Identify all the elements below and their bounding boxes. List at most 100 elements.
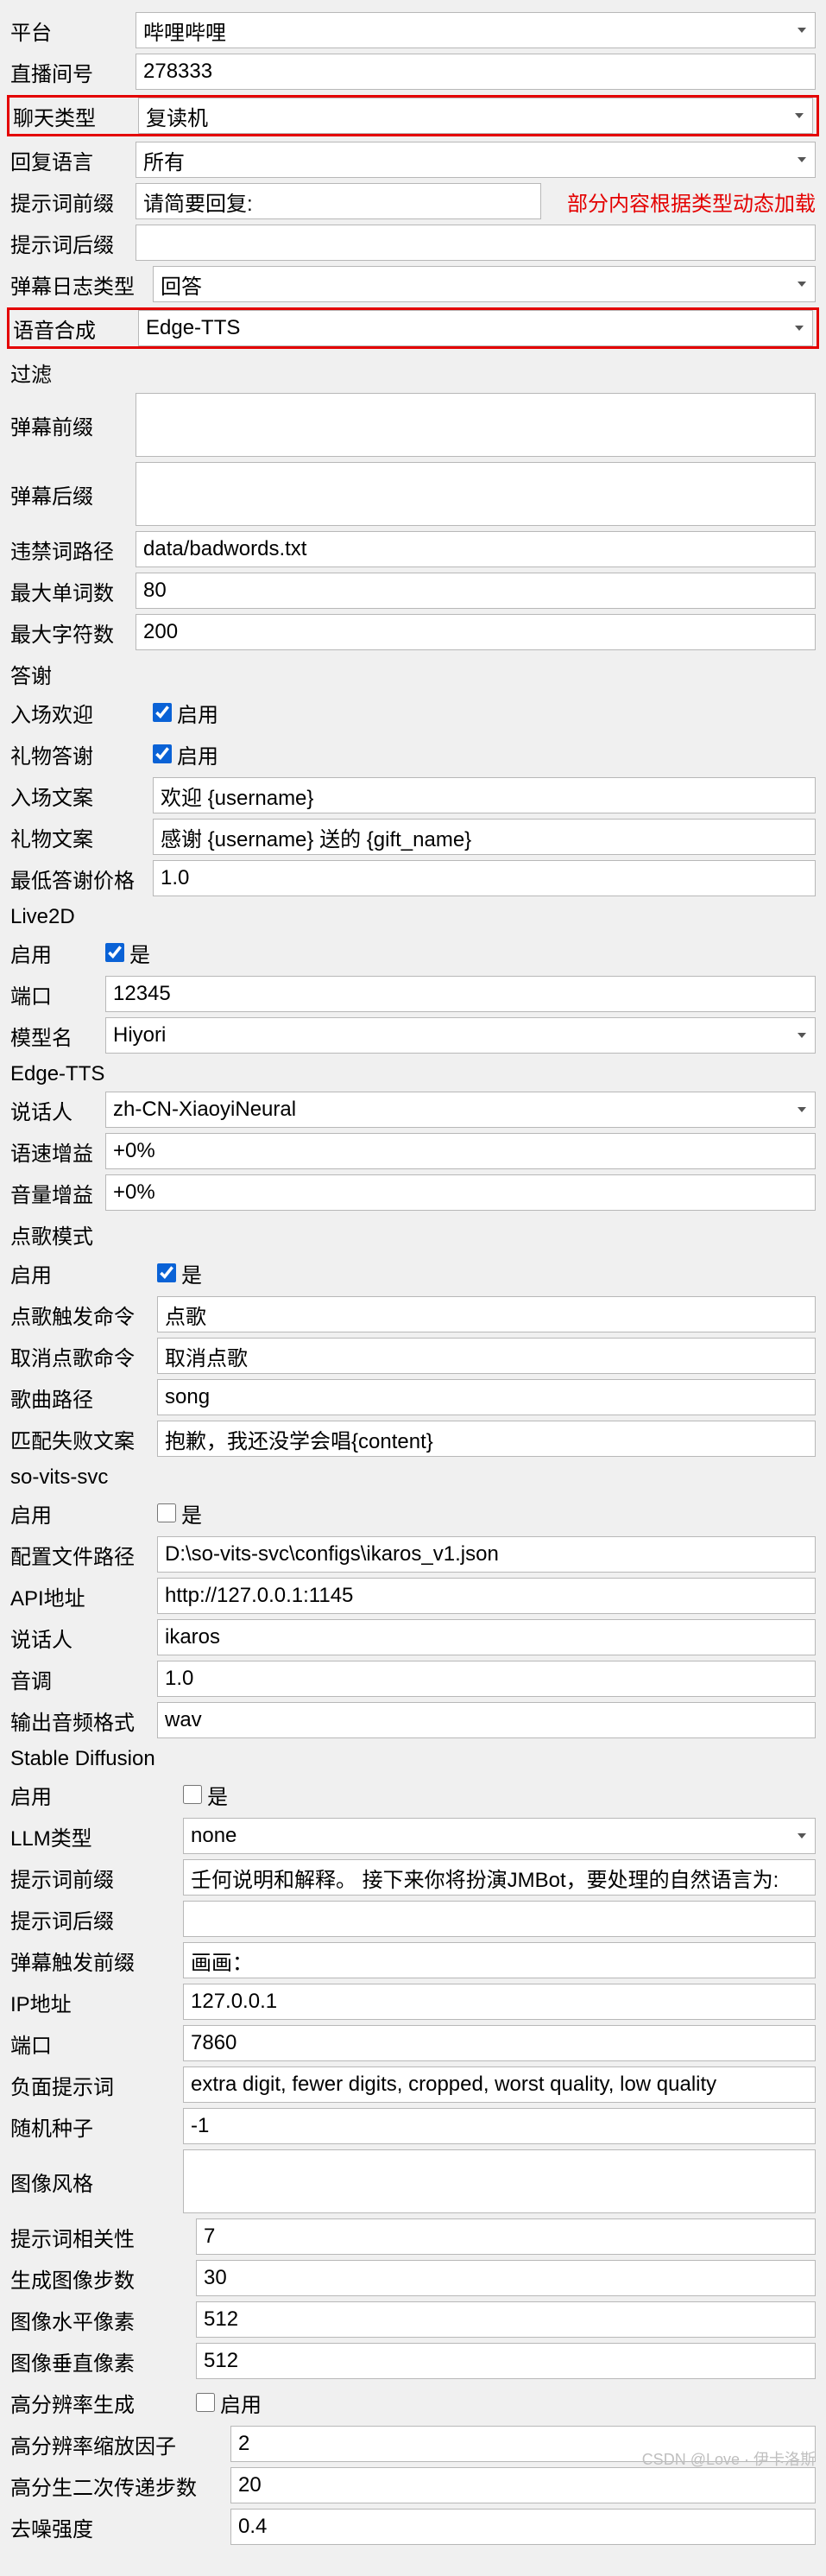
danmu-log-row: 弹幕日志类型 回答 <box>10 266 816 302</box>
sd-suffix-input[interactable] <box>183 1901 816 1937</box>
sd-llm-label: LLM类型 <box>10 1821 183 1851</box>
sovits-format-label: 输出音频格式 <box>10 1706 157 1736</box>
sovits-enable-checkbox[interactable] <box>157 1503 176 1522</box>
edge-section: Edge-TTS 说话人 zh-CN-XiaoyiNeural 语速增益 音量增… <box>10 1062 816 1211</box>
song-cancel-input[interactable] <box>157 1338 816 1374</box>
sovits-enable-chk-label: 是 <box>181 1498 202 1529</box>
sd-ip-label: IP地址 <box>10 1987 183 2017</box>
song-enable-chk-label: 是 <box>181 1258 202 1288</box>
max-chars-input[interactable] <box>136 614 816 650</box>
song-enable-checkbox[interactable] <box>157 1263 176 1282</box>
sovits-api-input[interactable] <box>157 1578 816 1614</box>
song-section: 点歌模式 启用 是 点歌触发命令 取消点歌命令 歌曲路径 匹配失败文案 <box>10 1219 816 1457</box>
gift-text-input[interactable] <box>153 819 816 855</box>
platform-select[interactable]: 哔哩哔哩 <box>136 12 816 48</box>
sd-hires-steps-label: 高分生二次传递步数 <box>10 2471 230 2501</box>
sd-hires-steps-input[interactable] <box>230 2467 816 2503</box>
enter-text-input[interactable] <box>153 777 816 813</box>
reply-lang-select[interactable]: 所有 <box>136 142 816 178</box>
enter-text-label: 入场文案 <box>10 781 153 811</box>
sd-prefix-input[interactable] <box>183 1859 816 1896</box>
sd-enable-chk-label: 是 <box>207 1780 228 1810</box>
edge-rate-label: 语速增益 <box>10 1136 105 1167</box>
sd-height-input[interactable] <box>196 2343 816 2379</box>
chat-type-label: 聊天类型 <box>13 101 138 131</box>
sd-trigger-input[interactable] <box>183 1942 816 1978</box>
platform-row: 平台 哔哩哔哩 <box>10 12 816 48</box>
sovits-speaker-input[interactable] <box>157 1619 816 1655</box>
prompt-suffix-input[interactable] <box>136 225 816 261</box>
chat-type-select[interactable]: 复读机 <box>138 98 813 134</box>
sd-title: Stable Diffusion <box>10 1747 816 1771</box>
sovits-pitch-label: 音调 <box>10 1664 157 1694</box>
sd-hires-steps-row: 高分生二次传递步数 <box>10 2467 816 2503</box>
filter-title: 过滤 <box>10 358 816 388</box>
edge-rate-input[interactable] <box>105 1133 816 1169</box>
danmu-log-select[interactable]: 回答 <box>153 266 816 302</box>
sovits-pitch-row: 音调 <box>10 1661 816 1697</box>
sd-denoise-label: 去噪强度 <box>10 2512 230 2542</box>
live2d-port-input[interactable] <box>105 976 816 1012</box>
sd-neg-row: 负面提示词 <box>10 2066 816 2103</box>
live2d-port-label: 端口 <box>10 979 105 1010</box>
live2d-model-select[interactable]: Hiyori <box>105 1017 816 1054</box>
enter-welcome-chk-label: 启用 <box>177 698 218 728</box>
prompt-prefix-label: 提示词前缀 <box>10 187 136 217</box>
min-price-input[interactable] <box>153 860 816 896</box>
sd-hires-label: 高分辨率生成 <box>10 2388 196 2418</box>
badwords-input[interactable] <box>136 531 816 567</box>
sovits-speaker-row: 说话人 <box>10 1619 816 1655</box>
sd-style-label: 图像风格 <box>10 2149 183 2197</box>
thanks-title: 答谢 <box>10 659 816 689</box>
sovits-format-input[interactable] <box>157 1702 816 1738</box>
live2d-enable-row: 启用 是 <box>10 934 816 971</box>
danmu-suffix-row: 弹幕后缀 <box>10 462 816 526</box>
edge-volume-input[interactable] <box>105 1174 816 1211</box>
sd-hires-checkbox[interactable] <box>196 2393 215 2412</box>
max-words-row: 最大单词数 <box>10 573 816 609</box>
gift-thanks-checkbox[interactable] <box>153 744 172 763</box>
chat-type-row: 聊天类型 复读机 <box>7 95 819 136</box>
sd-seed-input[interactable] <box>183 2108 816 2144</box>
live2d-model-value: Hiyori <box>113 1023 166 1047</box>
edge-volume-label: 音量增益 <box>10 1178 105 1208</box>
danmu-suffix-input[interactable] <box>136 462 816 526</box>
sd-neg-input[interactable] <box>183 2066 816 2103</box>
danmu-prefix-input[interactable] <box>136 393 816 457</box>
edge-speaker-select[interactable]: zh-CN-XiaoyiNeural <box>105 1092 816 1128</box>
sd-ip-input[interactable] <box>183 1984 816 2020</box>
gift-thanks-row: 礼物答谢 启用 <box>10 736 816 772</box>
tts-select[interactable]: Edge-TTS <box>138 310 813 346</box>
live2d-enable-checkbox[interactable] <box>105 943 124 962</box>
max-words-input[interactable] <box>136 573 816 609</box>
sd-width-input[interactable] <box>196 2301 816 2338</box>
sd-steps-input[interactable] <box>196 2260 816 2296</box>
sd-style-input[interactable] <box>183 2149 816 2213</box>
song-trigger-row: 点歌触发命令 <box>10 1296 816 1332</box>
sd-steps-row: 生成图像步数 <box>10 2260 816 2296</box>
tts-row: 语音合成 Edge-TTS <box>7 307 819 349</box>
edge-speaker-value: zh-CN-XiaoyiNeural <box>113 1098 296 1122</box>
room-input[interactable] <box>136 54 816 90</box>
sd-hires-row: 高分辨率生成 启用 <box>10 2384 816 2421</box>
sovits-config-label: 配置文件路径 <box>10 1540 157 1570</box>
song-title: 点歌模式 <box>10 1219 816 1250</box>
sd-trigger-label: 弹幕触发前缀 <box>10 1946 183 1976</box>
song-path-input[interactable] <box>157 1379 816 1415</box>
live2d-model-row: 模型名 Hiyori <box>10 1017 816 1054</box>
sovits-config-input[interactable] <box>157 1536 816 1573</box>
sd-llm-select[interactable]: none <box>183 1818 816 1854</box>
enter-welcome-checkbox[interactable] <box>153 703 172 722</box>
sd-denoise-input[interactable] <box>230 2509 816 2545</box>
sd-cfg-input[interactable] <box>196 2218 816 2255</box>
song-trigger-input[interactable] <box>157 1296 816 1332</box>
chat-type-value: 复读机 <box>146 101 208 131</box>
song-fail-label: 匹配失败文案 <box>10 1424 157 1454</box>
sd-port-input[interactable] <box>183 2025 816 2061</box>
room-row: 直播间号 <box>10 54 816 90</box>
song-enable-label: 启用 <box>10 1258 157 1288</box>
sovits-pitch-input[interactable] <box>157 1661 816 1697</box>
song-fail-input[interactable] <box>157 1421 816 1457</box>
sd-enable-checkbox[interactable] <box>183 1785 202 1804</box>
prompt-prefix-input[interactable] <box>136 183 541 219</box>
